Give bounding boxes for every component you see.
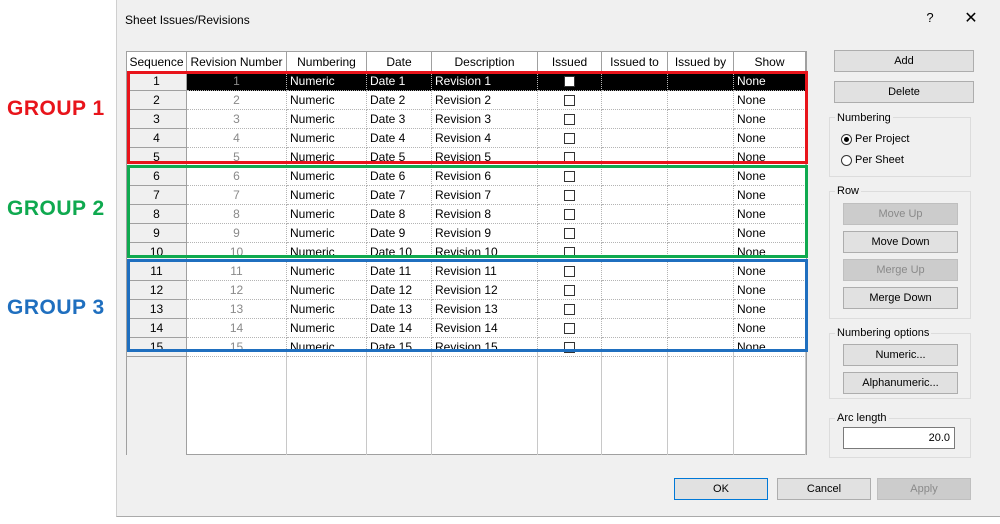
- empty-column-divider: [733, 352, 734, 455]
- radio-unselected-indicator: [841, 154, 852, 166]
- cancel-button[interactable]: Cancel: [777, 478, 871, 500]
- help-icon[interactable]: ?: [923, 10, 937, 25]
- column-header-issued-to[interactable]: Issued to: [602, 52, 668, 72]
- group-1-outline: [127, 71, 808, 164]
- apply-button[interactable]: Apply: [877, 478, 971, 500]
- per-sheet-radio[interactable]: Per Sheet: [841, 154, 904, 166]
- column-header-description[interactable]: Description: [432, 52, 538, 72]
- group-1-label: GROUP 1: [7, 97, 105, 120]
- column-header-numbering[interactable]: Numbering: [287, 52, 367, 72]
- row-panel-title: Row: [835, 185, 862, 197]
- column-header-issued[interactable]: Issued: [538, 52, 602, 72]
- numbering-panel: [829, 117, 971, 177]
- move-up-button[interactable]: Move Up: [843, 203, 958, 225]
- sequence-column-fill: [127, 352, 187, 455]
- arc-length-input[interactable]: 20.0: [843, 427, 955, 449]
- per-project-radio[interactable]: Per Project: [841, 133, 909, 145]
- group-2-outline: [127, 165, 808, 258]
- close-icon[interactable]: ✕: [961, 8, 981, 28]
- merge-down-button[interactable]: Merge Down: [843, 287, 958, 309]
- numbering-options-title: Numbering options: [835, 327, 932, 339]
- dialog-title: Sheet Issues/Revisions: [125, 13, 250, 27]
- sheet-issues-dialog: Sheet Issues/Revisions ? ✕ Sequence Revis…: [116, 0, 1000, 517]
- group-3-outline: [127, 259, 808, 352]
- merge-up-button[interactable]: Merge Up: [843, 259, 958, 281]
- column-header-issued-by[interactable]: Issued by: [668, 52, 734, 72]
- empty-column-divider: [667, 352, 668, 455]
- empty-column-divider: [601, 352, 602, 455]
- numeric-options-button[interactable]: Numeric...: [843, 344, 958, 366]
- column-header-show[interactable]: Show: [734, 52, 806, 72]
- arc-length-title: Arc length: [835, 412, 889, 424]
- empty-column-divider: [805, 352, 806, 455]
- empty-column-divider: [366, 352, 367, 455]
- group-2-label: GROUP 2: [7, 197, 105, 220]
- empty-column-divider: [286, 352, 287, 455]
- per-project-label: Per Project: [855, 133, 910, 145]
- per-sheet-label: Per Sheet: [855, 154, 904, 166]
- move-down-button[interactable]: Move Down: [843, 231, 958, 253]
- ok-button[interactable]: OK: [674, 478, 768, 500]
- empty-column-divider: [431, 352, 432, 455]
- column-header-revision-number[interactable]: Revision Number: [187, 52, 287, 72]
- empty-column-divider: [537, 352, 538, 455]
- radio-selected-indicator: [841, 133, 852, 145]
- column-header-sequence[interactable]: Sequence: [127, 52, 187, 72]
- alphanumeric-options-button[interactable]: Alphanumeric...: [843, 372, 958, 394]
- add-button[interactable]: Add: [834, 50, 974, 72]
- numbering-panel-title: Numbering: [835, 112, 893, 124]
- delete-button[interactable]: Delete: [834, 81, 974, 103]
- column-header-date[interactable]: Date: [367, 52, 432, 72]
- group-3-label: GROUP 3: [7, 296, 105, 319]
